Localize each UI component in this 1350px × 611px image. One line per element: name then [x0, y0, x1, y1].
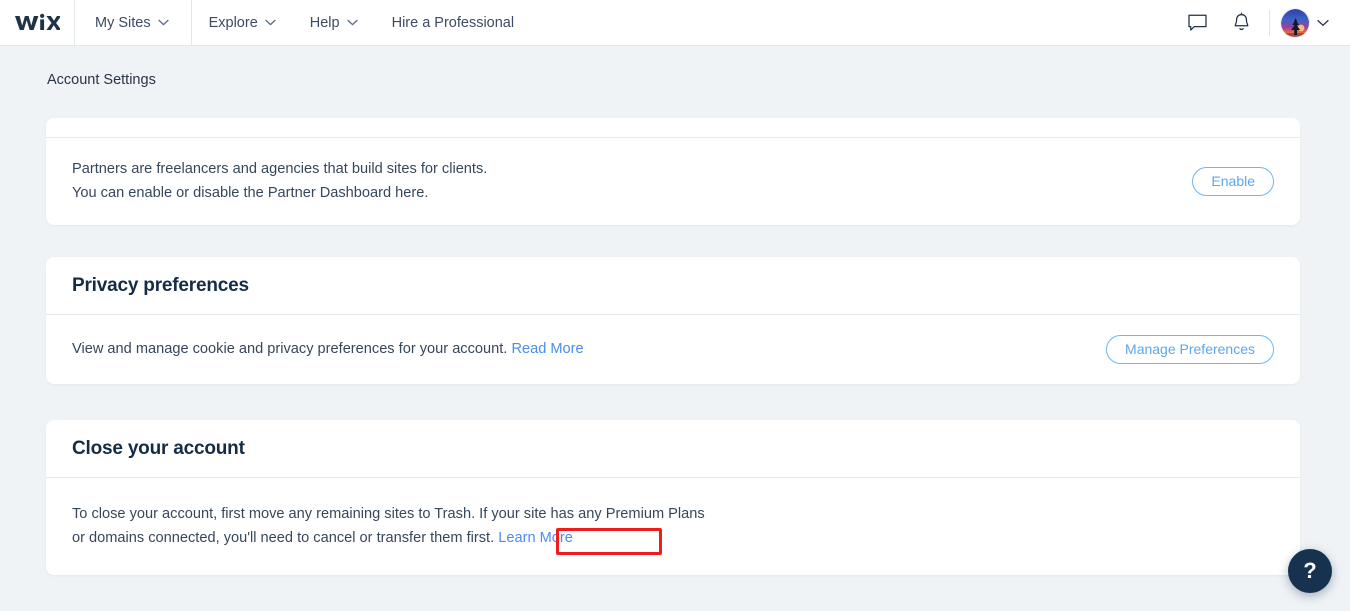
- chat-bubble-icon[interactable]: [1175, 0, 1219, 46]
- privacy-description-text: View and manage cookie and privacy prefe…: [72, 341, 508, 357]
- nav-divider: [1269, 9, 1270, 36]
- privacy-preferences-body: View and manage cookie and privacy prefe…: [46, 315, 1300, 383]
- partners-description: Partners are freelancers and agencies th…: [72, 157, 487, 205]
- wix-logo[interactable]: [0, 0, 75, 46]
- nav-item-hire-a-professional[interactable]: Hire a Professional: [375, 0, 532, 46]
- nav-right-actions: [1175, 0, 1350, 46]
- chevron-down-icon: [157, 19, 169, 26]
- partners-description-line-2: You can enable or disable the Partner Da…: [72, 185, 429, 201]
- avatar-chevron-down-icon[interactable]: [1310, 0, 1336, 46]
- privacy-read-more-link[interactable]: Read More: [511, 341, 583, 357]
- page-subheader: Account Settings: [0, 46, 1350, 114]
- nav-item-my-sites[interactable]: My Sites: [75, 0, 192, 46]
- partners-card-header-clipped: [46, 118, 1300, 138]
- close-account-description: To close your account, first move any re…: [72, 502, 705, 550]
- close-account-title: Close your account: [46, 420, 1300, 478]
- manage-preferences-button[interactable]: Manage Preferences: [1106, 334, 1274, 364]
- nav-item-label: Hire a Professional: [391, 14, 515, 31]
- top-navigation-bar: My Sites Explore Help Hire a Professiona…: [0, 0, 1350, 46]
- help-button[interactable]: ?: [1288, 549, 1332, 593]
- partners-card: Partners are freelancers and agencies th…: [46, 118, 1300, 225]
- close-account-description-line-1: To close your account, first move any re…: [72, 506, 705, 522]
- partners-description-line-1: Partners are freelancers and agencies th…: [72, 161, 488, 177]
- privacy-preferences-title: Privacy preferences: [46, 257, 1300, 315]
- close-account-body: To close your account, first move any re…: [46, 478, 1300, 574]
- privacy-description: View and manage cookie and privacy prefe…: [72, 337, 584, 361]
- close-account-description-line-2-text: or domains connected, you'll need to can…: [72, 530, 495, 546]
- partners-card-body: Partners are freelancers and agencies th…: [46, 138, 1300, 224]
- privacy-preferences-card: Privacy preferences View and manage cook…: [46, 257, 1300, 384]
- enable-partner-dashboard-button[interactable]: Enable: [1192, 166, 1274, 196]
- page-title: Account Settings: [47, 72, 156, 88]
- close-account-description-line-2: or domains connected, you'll need to can…: [72, 526, 705, 550]
- nav-item-explore[interactable]: Explore: [192, 0, 293, 46]
- close-account-learn-more-link[interactable]: Learn More: [498, 530, 573, 546]
- settings-content-area: Partners are freelancers and agencies th…: [0, 114, 1350, 611]
- nav-items: My Sites Explore Help Hire a Professiona…: [75, 0, 531, 46]
- nav-item-help[interactable]: Help: [293, 0, 375, 46]
- close-account-card: Close your account To close your account…: [46, 420, 1300, 575]
- user-avatar[interactable]: [1280, 7, 1310, 38]
- chevron-down-icon: [346, 19, 358, 26]
- nav-item-label: My Sites: [95, 14, 151, 31]
- chevron-down-icon: [265, 19, 276, 26]
- nav-item-label: Explore: [208, 14, 258, 31]
- bell-icon[interactable]: [1219, 0, 1263, 46]
- nav-item-label: Help: [309, 14, 340, 31]
